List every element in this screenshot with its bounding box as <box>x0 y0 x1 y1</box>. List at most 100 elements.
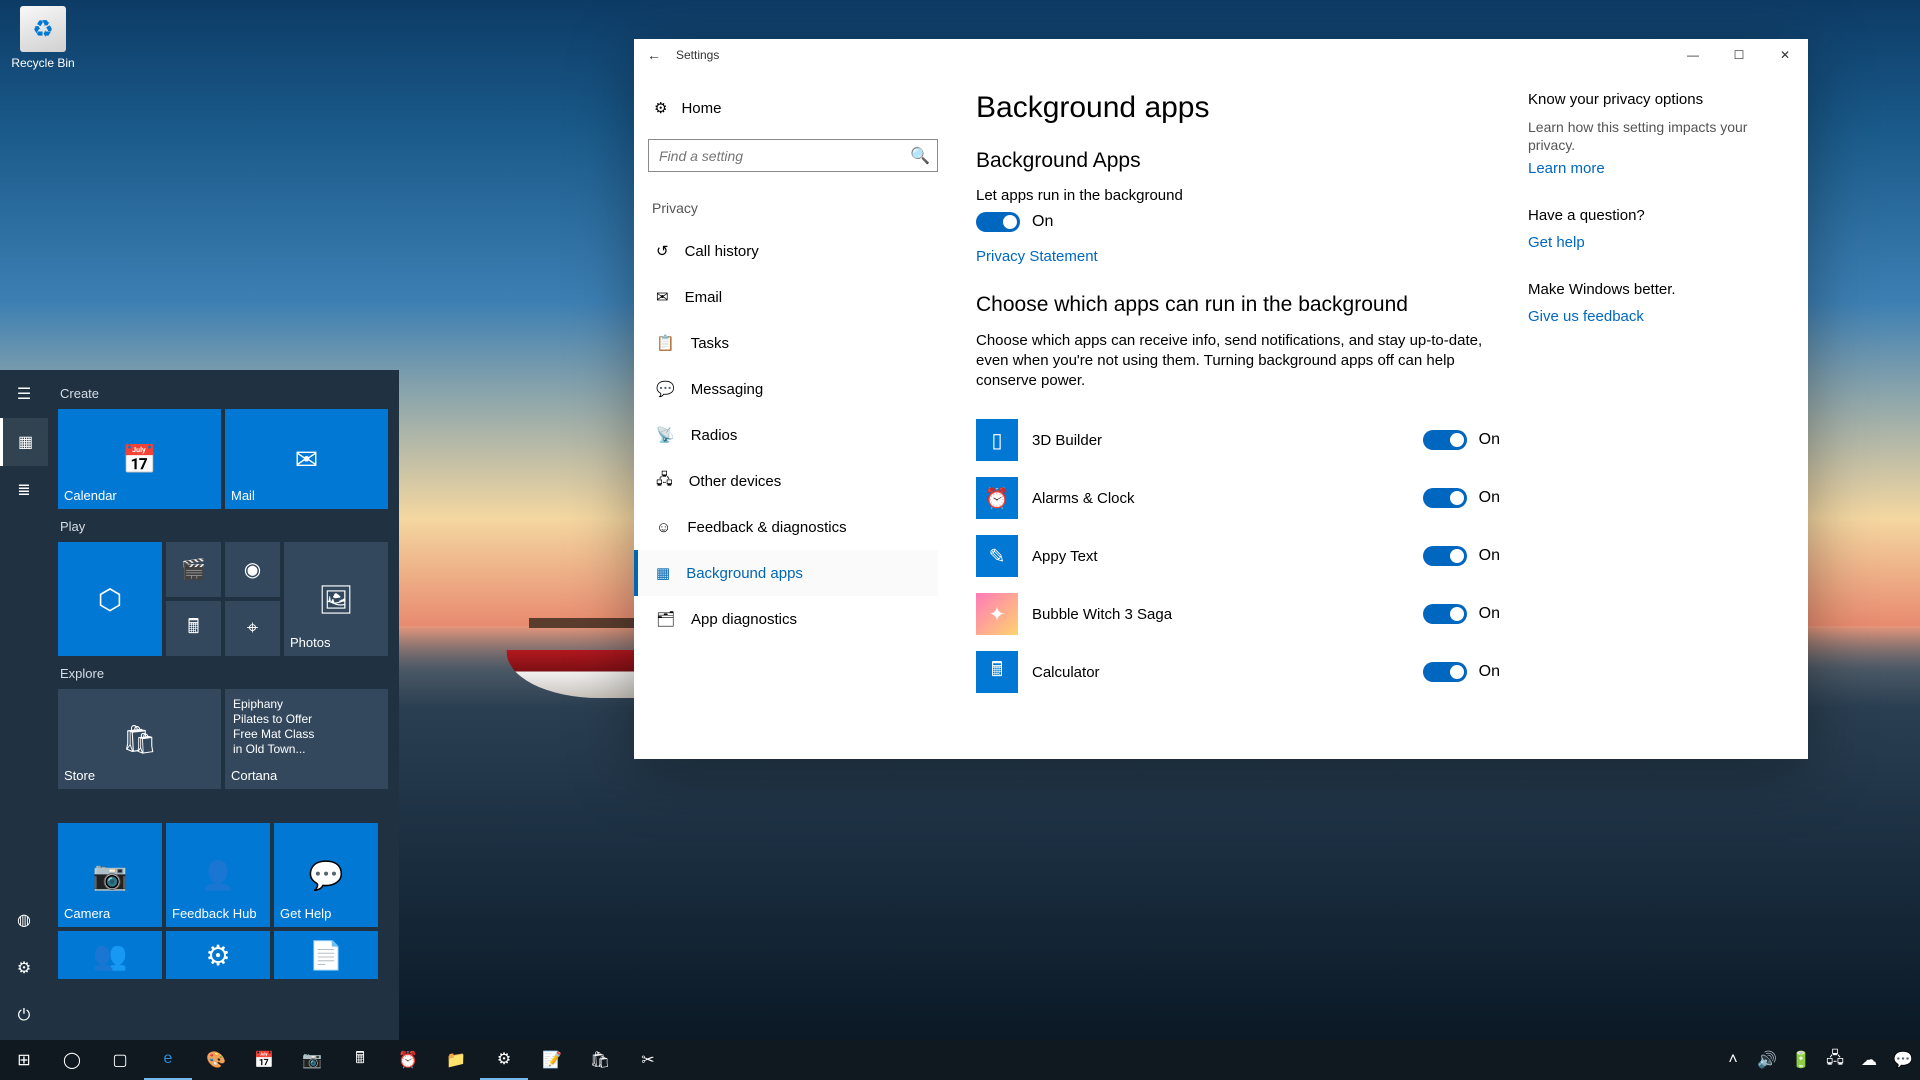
toggle-alarms[interactable] <box>1423 488 1467 508</box>
nav-messaging[interactable]: 💬Messaging <box>648 366 938 412</box>
get-help-link[interactable]: Get help <box>1528 234 1776 251</box>
group-explore[interactable]: Explore <box>58 656 389 689</box>
group-play[interactable]: Play <box>58 509 389 542</box>
calendar-icon: 📅 <box>58 409 221 509</box>
tile-cortana[interactable]: Epiphany Pilates to Offer Free Mat Class… <box>225 689 388 789</box>
settings-window: ← Settings — ☐ ✕ ⚙ Home 🔍 Privacy ↺Call … <box>634 39 1808 759</box>
cortana-button[interactable]: ◯ <box>48 1040 96 1080</box>
gear-icon: ⚙ <box>166 931 270 979</box>
tray-overflow[interactable]: ˄ <box>1716 1040 1750 1080</box>
group-create[interactable]: Create <box>58 376 389 409</box>
tile-3d[interactable]: ⬡ <box>58 542 162 656</box>
start-button[interactable]: ⊞ <box>0 1040 48 1080</box>
tile-calendar[interactable]: 📅Calendar <box>58 409 221 509</box>
maps-icon: ⌖ <box>225 601 280 656</box>
taskbar-edge[interactable]: e <box>144 1040 192 1080</box>
app-icon-alarms: ⏰ <box>976 477 1018 519</box>
section-background-apps: Background Apps <box>976 149 1516 173</box>
taskbar-alarms[interactable]: ⏰ <box>384 1040 432 1080</box>
task-view-button[interactable]: ▢ <box>96 1040 144 1080</box>
app-row-alarms: ⏰ Alarms & Clock On <box>976 469 1516 527</box>
camera-icon: 📷 <box>58 823 162 927</box>
tile-gethelp[interactable]: 💬Get Help <box>274 823 378 927</box>
messaging-icon: 💬 <box>656 380 675 398</box>
tile-photos[interactable]: 🖼Photos <box>284 542 388 656</box>
taskbar-sticky-notes[interactable]: 📝 <box>528 1040 576 1080</box>
taskbar-store[interactable]: 🛍 <box>576 1040 624 1080</box>
taskbar-snipping[interactable]: ✂ <box>624 1040 672 1080</box>
tray-battery-icon[interactable]: 🔋 <box>1784 1040 1818 1080</box>
people-icon: 👥 <box>58 931 162 979</box>
tile-feedback[interactable]: 👤Feedback Hub <box>166 823 270 927</box>
nav-email[interactable]: ✉Email <box>648 274 938 320</box>
settings-icon[interactable]: ⚙ <box>0 944 48 992</box>
aside-question-title: Have a question? <box>1528 207 1776 224</box>
toggle-appy-text[interactable] <box>1423 546 1467 566</box>
toggle-3d-builder[interactable] <box>1423 430 1467 450</box>
taskbar-calculator[interactable]: 🖩 <box>336 1040 384 1080</box>
tile-groove[interactable]: ◉ <box>225 542 280 597</box>
movies-icon: 🎬 <box>166 542 221 597</box>
nav-home[interactable]: ⚙ Home <box>648 91 938 125</box>
tile-camera[interactable]: 📷Camera <box>58 823 162 927</box>
search-icon: 🔍 <box>910 146 930 166</box>
nav-radios[interactable]: 📡Radios <box>648 412 938 458</box>
app-icon-3d-builder: ▯ <box>976 419 1018 461</box>
calculator-icon: 🖩 <box>166 601 221 656</box>
titlebar[interactable]: ← Settings — ☐ ✕ <box>634 39 1808 71</box>
master-toggle-label: Let apps run in the background <box>976 187 1516 204</box>
nav-call-history[interactable]: ↺Call history <box>648 228 938 274</box>
tray-volume-icon[interactable]: 🔊 <box>1750 1040 1784 1080</box>
mail-icon: ✉ <box>225 409 388 509</box>
recycle-bin[interactable]: Recycle Bin <box>6 6 80 70</box>
nav-other-devices[interactable]: 🖧Other devices <box>648 458 938 504</box>
nav-feedback-diagnostics[interactable]: ☺Feedback & diagnostics <box>648 504 938 550</box>
taskbar: ⊞ ◯ ▢ e 🎨 📅 📷 🖩 ⏰ 📁 ⚙ 📝 🛍 ✂ ˄ 🔊 🔋 🖧 ☁ 💬 <box>0 1040 1920 1080</box>
pinned-tiles-icon[interactable]: ▦ <box>0 418 48 466</box>
tile-store[interactable]: 🛍Store <box>58 689 221 789</box>
tray-network-icon[interactable]: 🖧 <box>1818 1040 1852 1080</box>
back-button[interactable]: ← <box>634 47 674 63</box>
taskbar-explorer[interactable]: 📁 <box>432 1040 480 1080</box>
taskbar-calendar[interactable]: 📅 <box>240 1040 288 1080</box>
maximize-button[interactable]: ☐ <box>1716 39 1762 71</box>
power-icon[interactable]: ⏻ <box>0 992 48 1040</box>
tray-onedrive-icon[interactable]: ☁ <box>1852 1040 1886 1080</box>
taskbar-settings[interactable]: ⚙ <box>480 1040 528 1080</box>
tile-settings[interactable]: ⚙ <box>166 931 270 979</box>
toggle-bubble-witch[interactable] <box>1423 604 1467 624</box>
taskbar-paint[interactable]: 🎨 <box>192 1040 240 1080</box>
tile-people[interactable]: 👥 <box>58 931 162 979</box>
tile-mail[interactable]: ✉Mail <box>225 409 388 509</box>
search-input[interactable] <box>648 139 938 172</box>
tile-notes[interactable]: 📄 <box>274 931 378 979</box>
nav-tasks[interactable]: 📋Tasks <box>648 320 938 366</box>
minimize-button[interactable]: — <box>1670 39 1716 71</box>
app-icon-appy-text: ✎ <box>976 535 1018 577</box>
music-icon: ◉ <box>225 542 280 597</box>
tile-maps[interactable]: ⌖ <box>225 601 280 656</box>
all-apps-icon[interactable]: ≣ <box>0 466 48 514</box>
tile-movies[interactable]: 🎬 <box>166 542 221 597</box>
privacy-statement-link[interactable]: Privacy Statement <box>976 248 1516 265</box>
settings-aside: Know your privacy options Learn how this… <box>1516 91 1796 759</box>
diagnostics-icon: 🗂 <box>656 610 675 628</box>
give-feedback-link[interactable]: Give us feedback <box>1528 308 1776 325</box>
hamburger-icon[interactable]: ☰ <box>0 370 48 418</box>
nav-app-diagnostics[interactable]: 🗂App diagnostics <box>648 596 938 642</box>
tile-calculator[interactable]: 🖩 <box>166 601 221 656</box>
learn-more-link[interactable]: Learn more <box>1528 160 1776 177</box>
nav-background-apps[interactable]: ▦Background apps <box>634 550 938 596</box>
app-row-bubble-witch: ✦ Bubble Witch 3 Saga On <box>976 585 1516 643</box>
toggle-calculator[interactable] <box>1423 662 1467 682</box>
taskbar-camera[interactable]: 📷 <box>288 1040 336 1080</box>
master-toggle[interactable] <box>976 212 1020 232</box>
user-account-icon[interactable]: ◍ <box>0 896 48 944</box>
close-button[interactable]: ✕ <box>1762 39 1808 71</box>
aside-privacy-desc: Learn how this setting impacts your priv… <box>1528 118 1776 154</box>
cube-icon: ⬡ <box>58 542 162 656</box>
search-box[interactable]: 🔍 <box>648 139 938 172</box>
tray-action-center-icon[interactable]: 💬 <box>1886 1040 1920 1080</box>
recycle-bin-icon <box>20 6 66 52</box>
radio-icon: 📡 <box>656 426 675 444</box>
